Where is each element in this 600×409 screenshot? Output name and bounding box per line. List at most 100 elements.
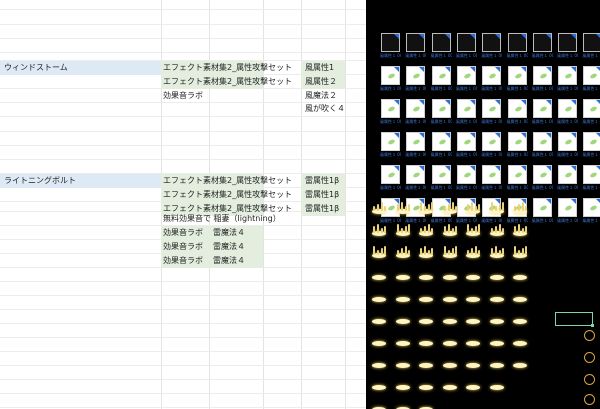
file-thumbnail[interactable]: 風属性１ 0024.png [481, 99, 502, 129]
lightning-frame[interactable] [394, 311, 412, 325]
lightning-frame[interactable] [370, 355, 388, 369]
lightning-frame[interactable] [370, 223, 388, 237]
file-thumbnail[interactable]: 風属性１ 0002.png [431, 33, 452, 63]
lightning-frame[interactable] [464, 355, 482, 369]
lightning-frame[interactable] [511, 333, 529, 347]
file-preview-panel[interactable]: 風属性１ 0000.png風属性１ 0001.png風属性１ 0002.png風… [366, 0, 600, 409]
file-thumbnail[interactable]: 風属性１ 0017.png [557, 66, 578, 96]
sound-source-cell[interactable]: 効果音ラボ [163, 226, 203, 240]
lightning-frame[interactable] [394, 267, 412, 281]
file-thumbnail[interactable]: 風属性１ 0033.png [456, 132, 477, 162]
material-file-cell[interactable]: 雷属性1β [305, 174, 339, 188]
file-thumbnail[interactable]: 風属性１ 0031.png [405, 132, 426, 162]
file-thumbnail[interactable]: 風属性１ 0027.png [557, 99, 578, 129]
file-thumbnail[interactable]: 風属性１ 0048.png [582, 165, 600, 195]
material-file-cell[interactable]: 雷属性1β [305, 202, 339, 216]
sound-name-cell[interactable]: 風が吹く４ [305, 102, 345, 116]
lightning-frame[interactable] [488, 289, 506, 303]
file-thumbnail[interactable]: 風属性１ 0040.png [380, 165, 401, 195]
lightning-frame[interactable] [464, 289, 482, 303]
lightning-frame[interactable] [488, 311, 506, 325]
selection-handle[interactable] [591, 324, 594, 327]
selection-box[interactable] [555, 312, 593, 326]
material-source-cell[interactable]: エフェクト素材集2_属性攻撃セット [163, 188, 292, 202]
file-thumbnail[interactable]: 風属性１ 0014.png [481, 66, 502, 96]
material-file-cell[interactable]: 雷属性1β [305, 188, 339, 202]
lightning-frame[interactable] [511, 201, 529, 215]
file-thumbnail[interactable]: 風属性１ 0058.png [582, 198, 600, 228]
sound-name-cell[interactable]: 風魔法２ [305, 89, 337, 103]
lightning-frame[interactable] [370, 289, 388, 303]
material-file-cell[interactable]: 風属性1 [305, 61, 334, 75]
lightning-frame[interactable] [370, 399, 388, 409]
lightning-frame[interactable] [464, 201, 482, 215]
lightning-frame[interactable] [417, 223, 435, 237]
file-thumbnail[interactable]: 風属性１ 0016.png [532, 66, 553, 96]
lightning-frame[interactable] [464, 223, 482, 237]
lightning-frame[interactable] [488, 201, 506, 215]
lightning-frame[interactable] [370, 201, 388, 215]
file-thumbnail[interactable]: 風属性１ 0023.png [456, 99, 477, 129]
file-thumbnail[interactable]: 風属性１ 0015.png [507, 66, 528, 96]
lightning-frame[interactable] [394, 289, 412, 303]
lightning-frame[interactable] [370, 245, 388, 259]
lightning-frame[interactable] [441, 223, 459, 237]
lightning-frame[interactable] [511, 311, 529, 325]
lightning-frame[interactable] [441, 245, 459, 259]
file-thumbnail[interactable]: 風属性１ 0013.png [456, 66, 477, 96]
lightning-frame[interactable] [488, 245, 506, 259]
skill-name-cell[interactable]: ウィンドストーム [4, 61, 68, 75]
file-thumbnail[interactable]: 風属性１ 0008.png [582, 33, 600, 63]
file-thumbnail[interactable]: 風属性１ 0037.png [557, 132, 578, 162]
ring-frame[interactable] [584, 394, 595, 405]
file-thumbnail[interactable]: 風属性１ 0000.png [380, 33, 401, 63]
file-thumbnail[interactable]: 風属性１ 0005.png [507, 33, 528, 63]
lightning-frame[interactable] [441, 333, 459, 347]
lightning-frame[interactable] [488, 355, 506, 369]
file-thumbnail[interactable]: 風属性１ 0038.png [582, 132, 600, 162]
lightning-frame[interactable] [511, 223, 529, 237]
lightning-frame[interactable] [370, 377, 388, 391]
file-thumbnail[interactable]: 風属性１ 0018.png [582, 66, 600, 96]
file-thumbnail[interactable]: 風属性１ 0035.png [507, 132, 528, 162]
file-thumbnail[interactable]: 風属性１ 0022.png [431, 99, 452, 129]
lightning-frame[interactable] [394, 223, 412, 237]
lightning-frame[interactable] [511, 289, 529, 303]
skill-name-cell[interactable]: ライトニングボルト [4, 174, 76, 188]
lightning-frame[interactable] [417, 267, 435, 281]
lightning-frame[interactable] [394, 333, 412, 347]
lightning-frame[interactable] [488, 267, 506, 281]
material-source-cell[interactable]: エフェクト素材集2_属性攻撃セット [163, 75, 292, 89]
lightning-frame[interactable] [417, 333, 435, 347]
lightning-frame[interactable] [394, 377, 412, 391]
lightning-frame[interactable] [417, 399, 435, 409]
lightning-frame[interactable] [394, 201, 412, 215]
lightning-frame[interactable] [464, 311, 482, 325]
lightning-frame[interactable] [394, 399, 412, 409]
lightning-frame[interactable] [441, 289, 459, 303]
lightning-frame[interactable] [394, 355, 412, 369]
free-sound-cell[interactable]: 無料効果音で 稲妻（lightning） [163, 212, 281, 226]
lightning-frame[interactable] [370, 333, 388, 347]
file-thumbnail[interactable]: 風属性１ 0003.png [456, 33, 477, 63]
sound-name-cell[interactable]: 雷魔法４ [213, 240, 245, 254]
file-thumbnail[interactable]: 風属性１ 0047.png [557, 165, 578, 195]
file-thumbnail[interactable]: 風属性１ 0001.png [405, 33, 426, 63]
lightning-frame[interactable] [417, 311, 435, 325]
lightning-frame[interactable] [441, 377, 459, 391]
file-thumbnail[interactable]: 風属性１ 0042.png [431, 165, 452, 195]
sound-name-cell[interactable]: 雷魔法４ [213, 226, 245, 240]
file-thumbnail[interactable]: 風属性１ 0026.png [532, 99, 553, 129]
lightning-frame[interactable] [441, 201, 459, 215]
file-thumbnail[interactable]: 風属性１ 0046.png [532, 165, 553, 195]
file-thumbnail[interactable]: 風属性１ 0032.png [431, 132, 452, 162]
lightning-frame[interactable] [417, 355, 435, 369]
lightning-frame[interactable] [511, 355, 529, 369]
file-thumbnail[interactable]: 風属性１ 0010.png [380, 66, 401, 96]
lightning-frame[interactable] [511, 245, 529, 259]
file-thumbnail[interactable]: 風属性１ 0034.png [481, 132, 502, 162]
lightning-frame[interactable] [488, 333, 506, 347]
file-thumbnail[interactable]: 風属性１ 0012.png [431, 66, 452, 96]
file-thumbnail[interactable]: 風属性１ 0028.png [582, 99, 600, 129]
file-thumbnail[interactable]: 風属性１ 0043.png [456, 165, 477, 195]
